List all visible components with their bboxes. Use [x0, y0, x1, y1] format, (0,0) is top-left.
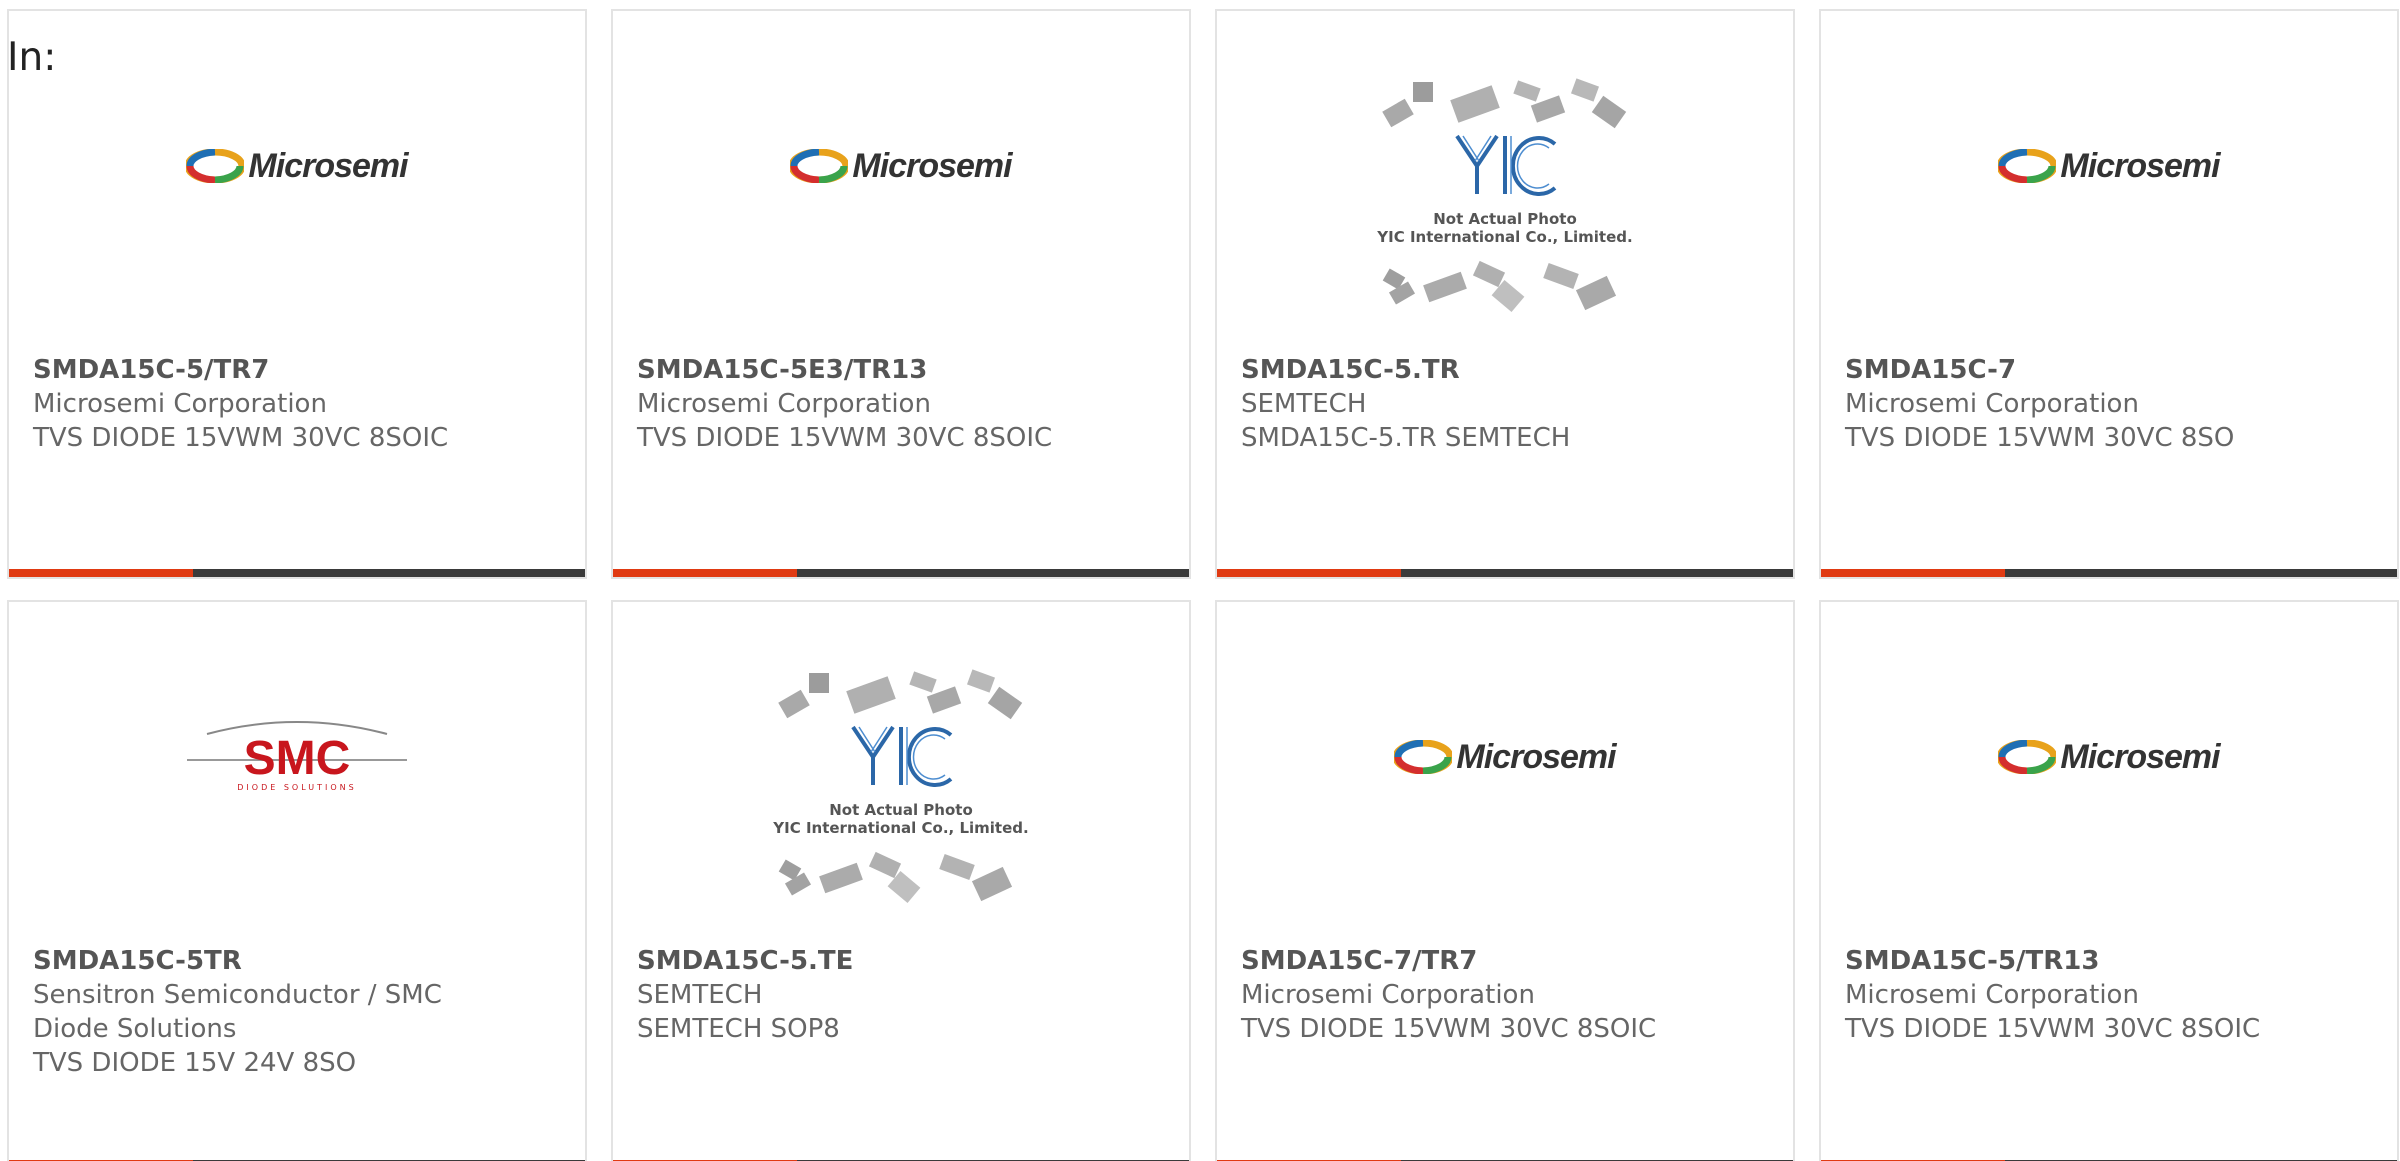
product-part-number-link[interactable]: SMDA15C-5.TR — [1241, 353, 1773, 387]
product-description: SEMTECH SOP8 — [637, 1014, 840, 1044]
product-info: SMDA15C-5.TR SEMTECH SMDA15C-5.TR SEMTECH — [1241, 353, 1773, 455]
product-thumbnail[interactable]: Microsemi — [1217, 672, 1793, 932]
card-bottom-bar — [1217, 569, 1793, 577]
card-bottom-bar — [1821, 569, 2397, 577]
yic-company-text: YIC International Co., Limited. — [772, 819, 1028, 837]
product-thumbnail[interactable]: Not Actual Photo YIC International Co., L… — [1217, 78, 1793, 341]
product-thumbnail[interactable]: Not Actual Photo YIC International Co., L… — [613, 669, 1189, 932]
product-description: TVS DIODE 15VWM 30VC 8SOIC — [1845, 1014, 2261, 1044]
product-part-number-link[interactable]: SMDA15C-5/TR7 — [33, 353, 565, 387]
page: In: Microsemi SMDA15C-5/TR7 Microsemi Corp… — [0, 0, 2400, 1161]
smc-logo: SMC DIODE SOLUTIONS — [177, 712, 417, 802]
product-card[interactable]: Microsemi SMDA15C-5/TR7 Microsemi Corporat… — [7, 9, 587, 579]
product-manufacturer: Microsemi Corporation — [637, 389, 931, 419]
product-card[interactable]: Microsemi SMDA15C-5/TR13 Microsemi Corpora… — [1819, 600, 2399, 1161]
product-info: SMDA15C-7/TR7 Microsemi Corporation TVS DI… — [1241, 944, 1773, 1046]
card-bottom-bar-accent — [1217, 569, 1401, 577]
product-description: TVS DIODE 15VWM 30VC 8SO — [1845, 423, 2235, 453]
card-bottom-bar — [9, 569, 585, 577]
product-info: SMDA15C-5.TE SEMTECH SEMTECH SOP8 — [637, 944, 1169, 1046]
microsemi-swirl-icon — [790, 149, 849, 183]
yic-not-actual-photo-text: Not Actual Photo — [1433, 210, 1577, 228]
product-manufacturer: Microsemi Corporation — [33, 389, 327, 419]
product-grid: Microsemi SMDA15C-5/TR7 Microsemi Corporat… — [7, 9, 2399, 1161]
product-description: TVS DIODE 15VWM 30VC 8SOIC — [1241, 1014, 1657, 1044]
microsemi-swirl-icon — [186, 149, 245, 183]
product-description: TVS DIODE 15V 24V 8SO — [33, 1048, 357, 1078]
smc-logo-text: SMC — [244, 732, 351, 785]
microsemi-logo: Microsemi — [1998, 147, 2221, 186]
product-card[interactable]: Microsemi SMDA15C-5E3/TR13 Microsemi Corpo… — [611, 9, 1191, 579]
product-manufacturer: Sensitron Semiconductor / SMC — [33, 980, 442, 1010]
product-description: SMDA15C-5.TR SEMTECH — [1241, 423, 1571, 453]
product-info: SMDA15C-5E3/TR13 Microsemi Corporation TVS… — [637, 353, 1169, 455]
product-manufacturer: SEMTECH — [1241, 389, 1367, 419]
product-description: TVS DIODE 15VWM 30VC 8SOIC — [33, 423, 449, 453]
yic-company-text: YIC International Co., Limited. — [1376, 228, 1632, 246]
product-part-number-link[interactable]: SMDA15C-7 — [1845, 353, 2377, 387]
microsemi-swirl-icon — [1394, 740, 1453, 774]
yic-placeholder-image: Not Actual Photo YIC International Co., L… — [761, 667, 1041, 917]
product-manufacturer: Microsemi Corporation — [1845, 389, 2139, 419]
microsemi-logo: Microsemi — [1998, 738, 2221, 777]
yic-placeholder-image: Not Actual Photo YIC International Co., L… — [1365, 76, 1645, 326]
product-description: TVS DIODE 15VWM 30VC 8SOIC — [637, 423, 1053, 453]
product-thumbnail[interactable]: Microsemi — [613, 81, 1189, 341]
product-part-number-link[interactable]: SMDA15C-5/TR13 — [1845, 944, 2377, 978]
microsemi-logo: Microsemi — [186, 147, 409, 186]
product-manufacturer: Microsemi Corporation — [1845, 980, 2139, 1010]
card-bottom-bar-accent — [9, 569, 193, 577]
card-bottom-bar-accent — [613, 569, 797, 577]
microsemi-logo: Microsemi — [1394, 738, 1617, 777]
microsemi-swirl-icon — [1998, 740, 2057, 774]
product-info: SMDA15C-5TR Sensitron Semiconductor / SMC… — [33, 944, 565, 1080]
product-info: SMDA15C-5/TR13 Microsemi Corporation TVS D… — [1845, 944, 2377, 1046]
product-part-number-link[interactable]: SMDA15C-7/TR7 — [1241, 944, 1773, 978]
yic-not-actual-photo-text: Not Actual Photo — [829, 801, 973, 819]
product-info: SMDA15C-7 Microsemi Corporation TVS DIODE … — [1845, 353, 2377, 455]
product-card[interactable]: Not Actual Photo YIC International Co., L… — [611, 600, 1191, 1161]
microsemi-logo: Microsemi — [790, 147, 1013, 186]
product-card[interactable]: SMC DIODE SOLUTIONS SMDA15C-5TR Sensitron S… — [7, 600, 587, 1161]
product-part-number-link[interactable]: SMDA15C-5E3/TR13 — [637, 353, 1169, 387]
product-thumbnail[interactable]: Microsemi — [9, 81, 585, 341]
card-bottom-bar-accent — [1821, 569, 2005, 577]
product-thumbnail[interactable]: Microsemi — [1821, 81, 2397, 341]
microsemi-swirl-icon — [1998, 149, 2057, 183]
product-part-number-link[interactable]: SMDA15C-5.TE — [637, 944, 1169, 978]
filter-label: In: — [7, 35, 57, 80]
product-part-number-link[interactable]: SMDA15C-5TR — [33, 944, 565, 978]
product-card[interactable]: Not Actual Photo YIC International Co., L… — [1215, 9, 1795, 579]
smc-logo-subtext: DIODE SOLUTIONS — [237, 783, 356, 792]
product-info: SMDA15C-5/TR7 Microsemi Corporation TVS DI… — [33, 353, 565, 455]
product-card[interactable]: Microsemi SMDA15C-7 Microsemi Corporation T… — [1819, 9, 2399, 579]
product-thumbnail[interactable]: SMC DIODE SOLUTIONS — [9, 672, 585, 932]
product-thumbnail[interactable]: Microsemi — [1821, 672, 2397, 932]
product-card[interactable]: Microsemi SMDA15C-7/TR7 Microsemi Corporat… — [1215, 600, 1795, 1161]
product-manufacturer: SEMTECH — [637, 980, 763, 1010]
card-bottom-bar — [613, 569, 1189, 577]
product-manufacturer: Microsemi Corporation — [1241, 980, 1535, 1010]
product-manufacturer: Diode Solutions — [33, 1014, 237, 1044]
